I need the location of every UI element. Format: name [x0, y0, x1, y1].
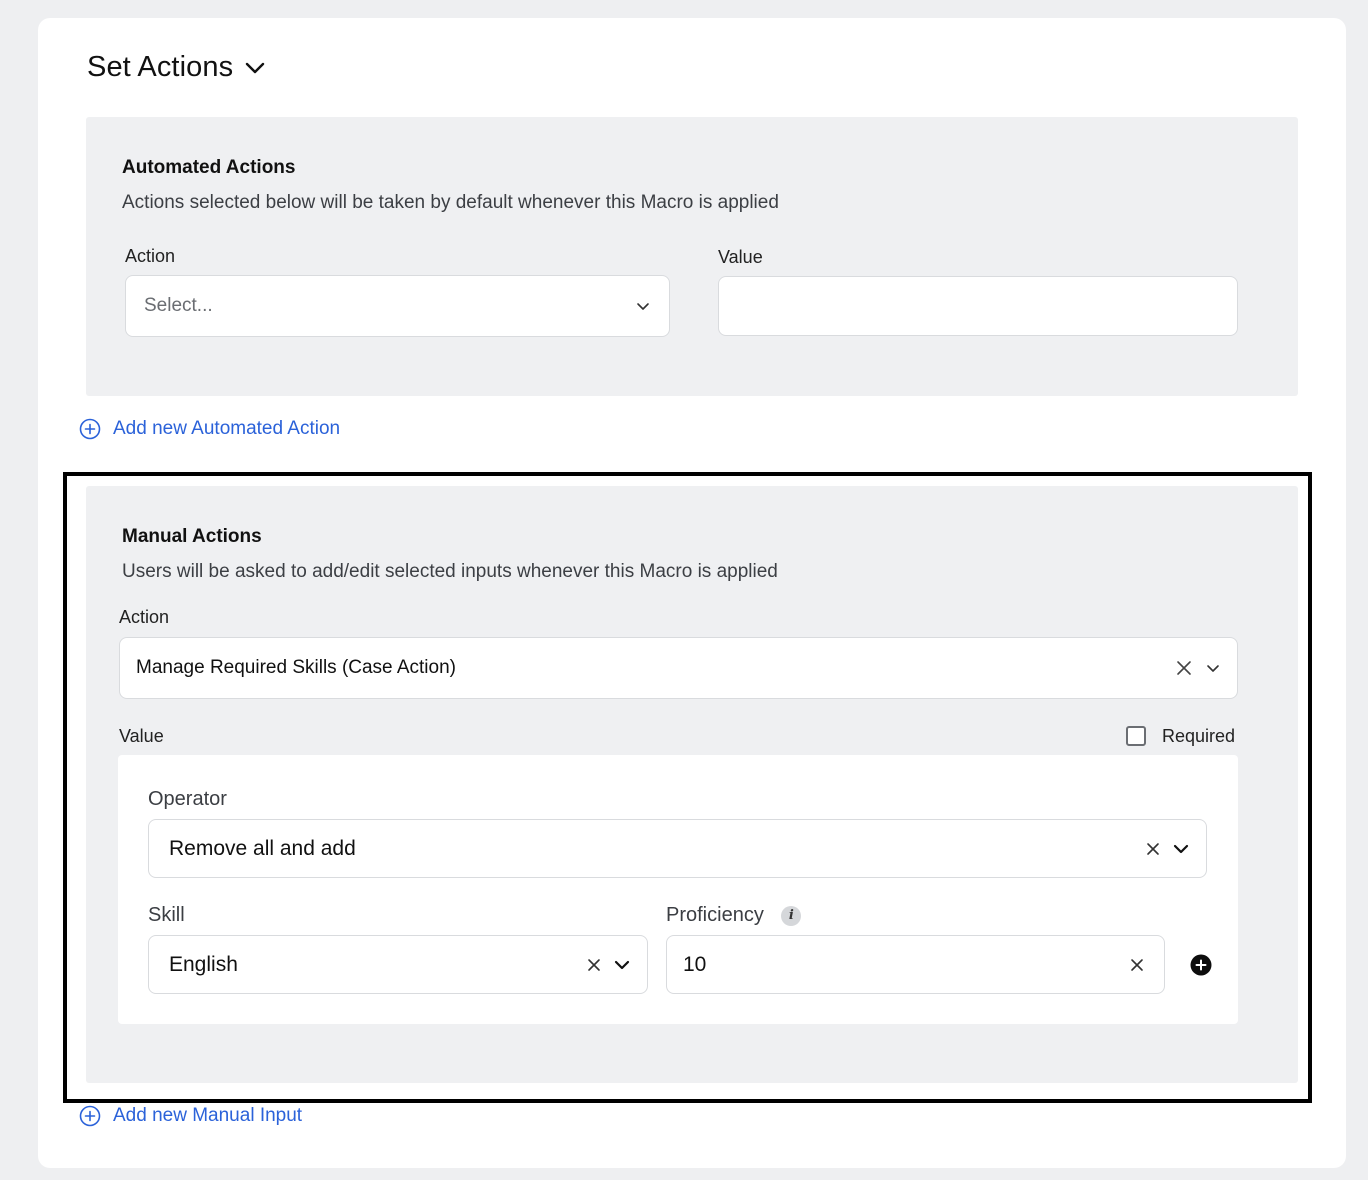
add-automated-action-link[interactable]: Add new Automated Action: [79, 418, 340, 440]
add-automated-action-label: Add new Automated Action: [113, 418, 341, 439]
plus-circle-icon[interactable]: [79, 1105, 101, 1127]
automated-value-input[interactable]: [718, 276, 1238, 336]
automated-actions-panel: Automated Actions Actions selected below…: [86, 117, 1298, 396]
set-actions-header[interactable]: Set Actions: [87, 51, 267, 84]
add-manual-input-label: Add new Manual Input: [113, 1105, 303, 1126]
plus-circle-icon[interactable]: [79, 418, 101, 440]
add-manual-input-link[interactable]: Add new Manual Input: [79, 1105, 302, 1127]
automated-action-select[interactable]: Select...: [125, 275, 670, 337]
page-title: Set Actions: [87, 51, 234, 83]
automated-actions-description: Actions selected below will be taken by …: [122, 192, 779, 213]
automated-value-label: Value: [718, 247, 763, 267]
highlight-box: [63, 472, 1312, 1103]
automated-action-placeholder: Select...: [144, 295, 213, 316]
chevron-down-icon[interactable]: [243, 56, 267, 80]
automated-action-label: Action: [125, 246, 176, 266]
chevron-down-icon[interactable]: [635, 298, 651, 314]
automated-actions-title: Automated Actions: [122, 157, 296, 178]
